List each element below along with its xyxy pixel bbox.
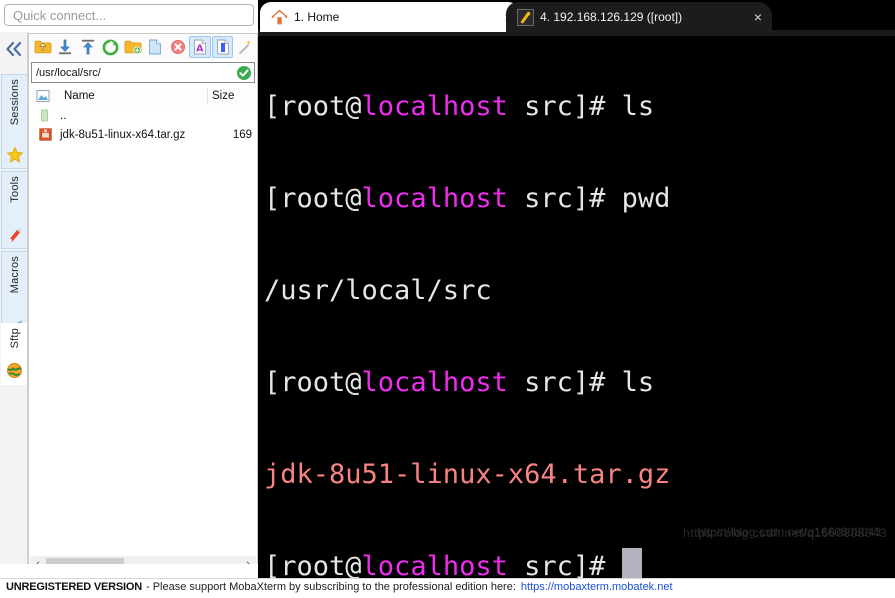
terminal-prompt-open: [root@ <box>264 551 362 578</box>
upload-button[interactable] <box>77 36 98 58</box>
terminal-host: localhost <box>361 367 508 398</box>
left-panel-filler <box>0 564 258 578</box>
svg-text:A: A <box>196 43 204 54</box>
wand-button[interactable] <box>234 36 255 58</box>
sidebar-item-tools-label: Tools <box>8 176 21 203</box>
tab-ssh-session[interactable]: 4. 192.168.126.129 ([root]) × <box>506 2 772 32</box>
terminal-line: /usr/local/src <box>264 268 895 314</box>
terminal-prompt-close: src]# <box>507 91 622 122</box>
quick-connect-input[interactable] <box>4 4 254 26</box>
terminal-line: jdk-8u51-linux-x64.tar.gz <box>264 452 895 498</box>
terminal-output-text: /usr/local/src <box>264 275 492 306</box>
sidebar-item-macros-label: Macros <box>8 256 21 294</box>
sidebar-item-sessions[interactable]: Sessions <box>1 74 27 169</box>
column-header-name[interactable]: Name <box>56 90 207 102</box>
quick-connect-wrapper <box>4 4 254 26</box>
list-item[interactable]: jdk-8u51-linux-x64.tar.gz 169 <box>30 125 256 144</box>
terminal-prompt-open: [root@ <box>264 91 362 122</box>
sidebar-item-tools[interactable]: Tools <box>1 171 27 249</box>
parent-folder-button[interactable] <box>32 36 53 58</box>
new-file-button[interactable] <box>144 36 165 58</box>
delete-button[interactable] <box>167 36 188 58</box>
terminal-area: 1. Home × 4. 192.168.126.129 ([root]) × <box>258 0 895 578</box>
sidebar-tab-strip: Sessions Tools Macros Sftp <box>0 32 28 578</box>
terminal-host: localhost <box>361 91 508 122</box>
tab-bar: 1. Home × 4. 192.168.126.129 ([root]) × <box>258 0 895 36</box>
terminal-cursor <box>621 548 642 578</box>
terminal-output-text: jdk-8u51-linux-x64.tar.gz <box>264 459 671 490</box>
text-mode-button[interactable]: A <box>189 36 211 58</box>
terminal-command: ls <box>621 91 655 122</box>
status-message: - Please support MobaXterm by subscribin… <box>145 581 516 593</box>
file-list-header: Name Size <box>30 86 256 107</box>
left-panel: Sessions Tools Macros <box>0 0 258 593</box>
sidebar-item-sftp[interactable]: Sftp <box>1 323 27 385</box>
terminal-line: [root@localhost src]# <box>264 544 895 578</box>
list-item-name: jdk-8u51-linux-x64.tar.gz <box>60 128 186 141</box>
tools-icon <box>6 226 24 244</box>
terminal-command: pwd <box>621 183 671 214</box>
file-type-column-icon <box>30 89 56 103</box>
refresh-button[interactable] <box>99 36 120 58</box>
terminal-line: [root@localhost src]# pwd <box>264 176 895 222</box>
terminal-prompt-open: [root@ <box>264 183 362 214</box>
terminal-prompt-close: src]# <box>507 367 622 398</box>
star-icon <box>6 146 24 164</box>
list-item-size: 169 <box>232 128 252 141</box>
sidebar-item-sessions-label: Sessions <box>8 79 21 126</box>
sftp-browser-panel: A /usr/local/src/ Name Size .. jdk-8u51-… <box>28 33 258 593</box>
unregistered-version-label: UNREGISTERED VERSION <box>6 581 142 593</box>
terminal-prompt-open: [root@ <box>264 367 362 398</box>
binary-mode-button[interactable] <box>211 36 234 58</box>
tab-home-label: 1. Home <box>294 10 340 24</box>
status-bar: UNREGISTERED VERSION - Please support Mo… <box>0 578 895 595</box>
double-chevron-left-icon <box>5 42 23 56</box>
tab-ssh-session-close-icon[interactable]: × <box>754 10 762 24</box>
terminal-line: [root@localhost src]# ls <box>264 84 895 130</box>
tab-ssh-session-label: 4. 192.168.126.129 ([root]) <box>540 10 683 24</box>
sftp-path-value: /usr/local/src/ <box>36 66 101 79</box>
sidebar-item-sftp-label: Sftp <box>8 328 21 349</box>
list-item-name: .. <box>60 109 67 122</box>
globe-icon <box>6 362 24 380</box>
column-header-size[interactable]: Size <box>207 88 256 104</box>
mobaxterm-website-link[interactable]: https://mobaxterm.mobatek.net <box>521 581 673 593</box>
terminal-host: localhost <box>361 183 508 214</box>
sftp-toolbar: A <box>29 34 257 60</box>
archive-icon <box>30 128 60 141</box>
tab-home[interactable]: 1. Home × <box>260 2 522 32</box>
terminal-host: localhost <box>361 551 508 578</box>
folder-up-icon <box>30 109 60 122</box>
path-ok-check-icon <box>234 63 254 82</box>
terminal-output[interactable]: [root@localhost src]# ls [root@localhost… <box>258 36 895 578</box>
terminal-line: [root@localhost src]# ls <box>264 360 895 406</box>
collapse-sidebar-button[interactable] <box>0 32 27 66</box>
new-folder-button[interactable] <box>122 36 143 58</box>
download-button[interactable] <box>54 36 75 58</box>
list-item[interactable]: .. <box>30 106 256 125</box>
sftp-path-bar[interactable]: /usr/local/src/ <box>31 62 255 83</box>
ssh-key-icon <box>516 8 534 26</box>
terminal-command: ls <box>621 367 655 398</box>
home-icon <box>270 8 288 26</box>
terminal-prompt-close: src]# <box>507 551 622 578</box>
file-list: .. jdk-8u51-linux-x64.tar.gz 169 <box>30 106 256 554</box>
terminal-prompt-close: src]# <box>507 183 622 214</box>
